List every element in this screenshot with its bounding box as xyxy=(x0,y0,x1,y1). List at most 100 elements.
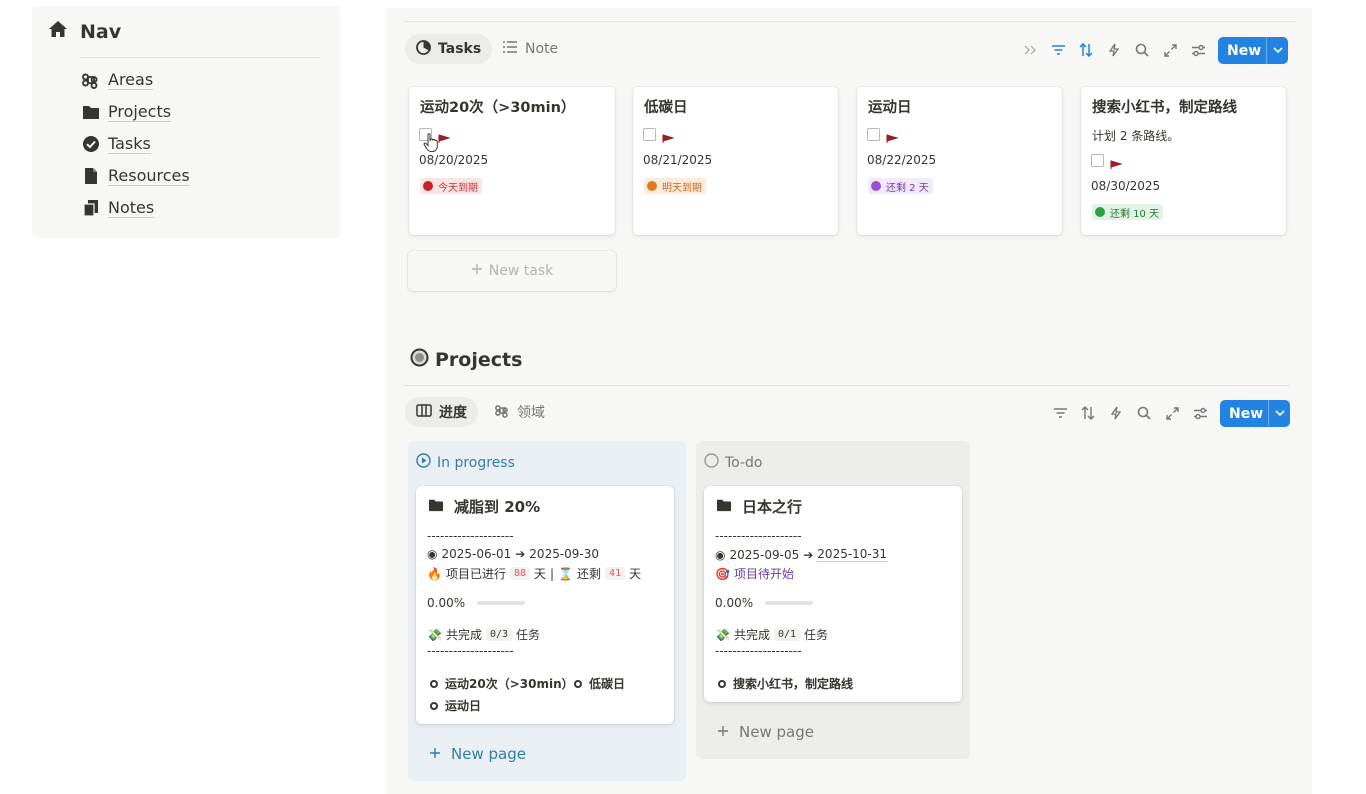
task-card[interactable]: 低碳日 08/21/2025 明天到期 xyxy=(633,87,838,235)
search-icon[interactable] xyxy=(1133,41,1151,59)
play-circle-icon xyxy=(416,453,431,472)
notes-icon xyxy=(82,199,100,217)
due-date: 08/30/2025 xyxy=(1091,179,1161,193)
due-date: 08/20/2025 xyxy=(419,153,489,167)
lightning-icon[interactable] xyxy=(1105,41,1123,59)
expand-icon[interactable] xyxy=(1161,41,1179,59)
folder-icon xyxy=(82,103,100,121)
new-task-button[interactable]: New xyxy=(1218,37,1288,64)
date-range: ◉ 2025-06-01 ➔ 2025-09-30 xyxy=(427,547,600,561)
related-task[interactable]: 低碳日 xyxy=(574,675,625,692)
settings-sliders-icon[interactable] xyxy=(1189,41,1207,59)
home-icon xyxy=(48,20,68,43)
folder-icon xyxy=(428,498,444,516)
task-title: 运动20次（>30min） xyxy=(420,100,576,116)
task-description: 计划 2 条路线。 xyxy=(1092,129,1180,143)
double-chevron-icon[interactable] xyxy=(1021,41,1039,59)
nav-item-label: Tasks xyxy=(108,134,151,154)
task-title: 搜索小红书，制定路线 xyxy=(1092,100,1237,116)
plus-icon xyxy=(429,745,441,763)
circle-icon xyxy=(430,679,438,688)
tab-area[interactable]: 领域 xyxy=(484,397,556,427)
related-task[interactable]: 运动日 xyxy=(430,697,481,714)
fire-icon: 🔥 xyxy=(427,566,442,581)
tab-tasks[interactable]: Tasks xyxy=(405,34,493,64)
sort-icon[interactable] xyxy=(1077,41,1095,59)
nav-item-areas[interactable]: Areas xyxy=(82,70,154,90)
new-page-button[interactable]: New page xyxy=(717,723,814,741)
nav-item-label: Resources xyxy=(108,166,190,186)
purple-dot-icon xyxy=(871,181,881,191)
due-badge: 还剩 10 天 xyxy=(1092,204,1164,220)
command-icon xyxy=(495,403,510,422)
tab-progress[interactable]: 进度 xyxy=(405,397,478,427)
search-icon[interactable] xyxy=(1135,404,1153,422)
command-icon xyxy=(82,71,100,89)
document-icon xyxy=(82,167,100,185)
flag-icon xyxy=(1110,155,1123,174)
nav-item-label: Notes xyxy=(108,198,155,218)
new-page-button[interactable]: New page xyxy=(429,745,526,763)
new-task-button[interactable]: New task xyxy=(408,251,616,291)
target-icon: ◉ xyxy=(715,547,726,562)
divider-text: -------------------- xyxy=(427,644,514,658)
nav-item-label: Projects xyxy=(108,102,172,122)
flag-icon xyxy=(438,129,451,148)
due-badge: 还剩 2 天 xyxy=(868,178,933,194)
money-icon: 💸 xyxy=(427,627,442,642)
nav-item-notes[interactable]: Notes xyxy=(82,198,155,218)
flag-icon xyxy=(886,129,899,148)
project-title: 日本之行 xyxy=(716,496,802,517)
settings-sliders-icon[interactable] xyxy=(1191,404,1209,422)
due-badge: 明天到期 xyxy=(644,178,706,194)
column-header: In progress xyxy=(416,453,515,472)
circle-icon xyxy=(718,679,726,688)
project-card[interactable]: 日本之行 -------------------- ◉ 2025-09-05 ➔… xyxy=(704,486,962,702)
expand-icon[interactable] xyxy=(1163,404,1181,422)
nav-item-projects[interactable]: Projects xyxy=(82,102,172,122)
sort-icon[interactable] xyxy=(1079,404,1097,422)
task-checkbox[interactable] xyxy=(867,128,880,141)
empty-circle-icon xyxy=(704,453,719,472)
task-checkbox[interactable] xyxy=(643,128,656,141)
chevron-down-icon[interactable] xyxy=(1268,400,1290,427)
nav-item-resources[interactable]: Resources xyxy=(82,166,190,186)
filter-icon[interactable] xyxy=(1051,404,1069,422)
task-card[interactable]: 搜索小红书，制定路线 计划 2 条路线。 08/30/2025 还剩 10 天 xyxy=(1081,87,1286,235)
dart-icon: 🎯 xyxy=(715,566,730,581)
task-checkbox[interactable] xyxy=(1091,154,1104,167)
target-icon: ◉ xyxy=(427,547,438,561)
check-circle-icon xyxy=(82,135,100,153)
plus-icon xyxy=(717,723,729,741)
nav-item-tasks[interactable]: Tasks xyxy=(82,134,151,154)
due-badge: 今天到期 xyxy=(420,178,482,194)
clock-icon xyxy=(416,39,431,59)
divider-text: -------------------- xyxy=(715,644,802,658)
task-card[interactable]: 运动日 08/22/2025 还剩 2 天 xyxy=(857,87,1062,235)
lightning-icon[interactable] xyxy=(1107,404,1125,422)
progress-bar xyxy=(477,601,526,605)
new-project-button[interactable]: New xyxy=(1220,400,1290,427)
progress-row: 0.00% xyxy=(715,596,814,610)
filter-icon[interactable] xyxy=(1049,41,1067,59)
task-card[interactable]: 运动20次（>30min） 08/20/2025 今天到期 xyxy=(409,87,615,235)
divider-text: -------------------- xyxy=(715,529,802,543)
nav-item-label: Areas xyxy=(108,70,154,90)
chevron-down-icon[interactable] xyxy=(1266,37,1288,64)
arrow-right-icon: ➔ xyxy=(515,547,526,561)
circle-icon xyxy=(430,701,438,710)
project-title: 减脂到 20% xyxy=(428,496,540,517)
project-card[interactable]: 减脂到 20% -------------------- ◉ 2025-06-0… xyxy=(416,486,674,724)
task-title: 低碳日 xyxy=(644,100,688,116)
related-task[interactable]: 运动20次（>30min） xyxy=(430,675,574,692)
list-icon xyxy=(502,40,518,58)
flag-icon xyxy=(662,129,675,148)
related-task[interactable]: 搜索小红书，制定路线 xyxy=(718,675,853,692)
progress-bar xyxy=(765,601,814,605)
column-header: To-do xyxy=(704,453,763,472)
tab-note[interactable]: Note xyxy=(491,34,569,64)
red-dot-icon xyxy=(423,181,433,191)
divider xyxy=(80,57,320,58)
divider-text: -------------------- xyxy=(427,529,514,543)
section-title: Projects xyxy=(410,348,522,372)
